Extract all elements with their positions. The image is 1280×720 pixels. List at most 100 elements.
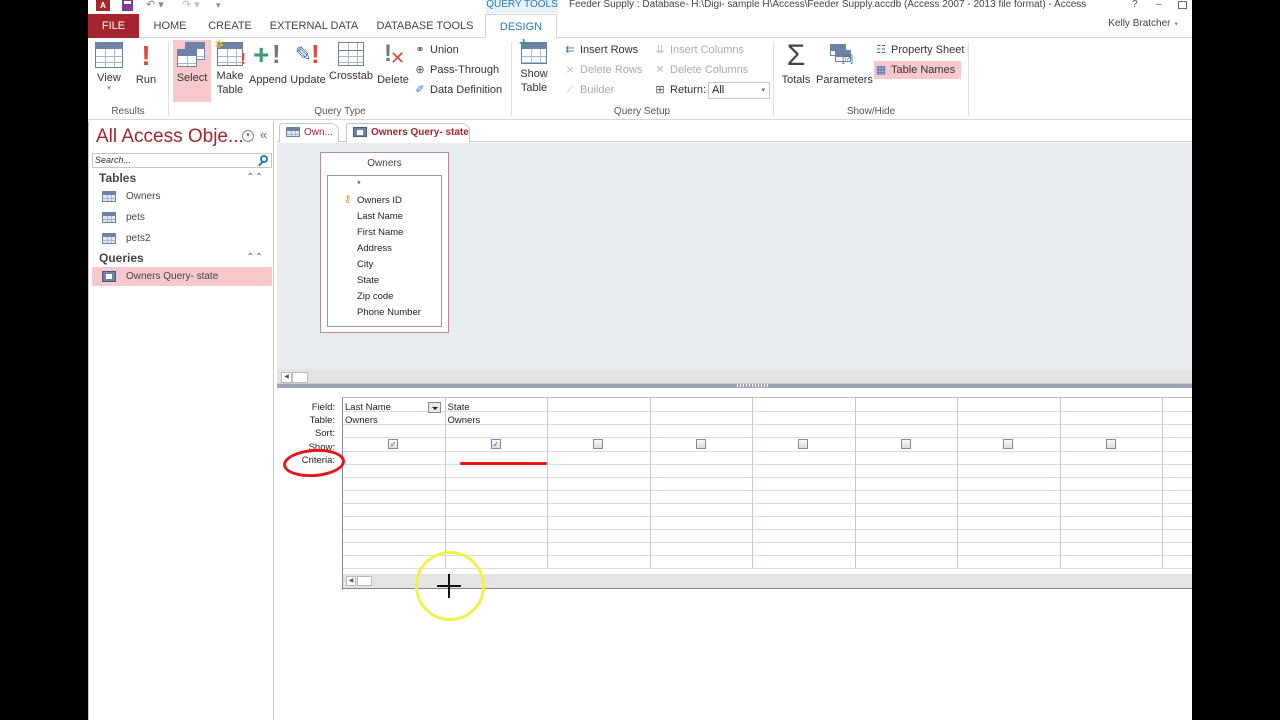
make-table-button[interactable]: ! ✲ Make Table [213, 37, 247, 102]
show-checkbox[interactable] [695, 439, 706, 449]
field-all[interactable]: * [357, 179, 361, 190]
field-owners-id[interactable]: Owners ID [357, 195, 402, 206]
sigma-icon: Σ [786, 39, 806, 72]
field-state[interactable]: State [357, 275, 379, 286]
field-cell[interactable]: State [448, 402, 470, 413]
pass-through-button[interactable]: ⊕ Pass-Through [413, 61, 499, 79]
field-city[interactable]: City [357, 259, 373, 270]
show-checkbox[interactable] [593, 439, 604, 449]
title-bar: A ↶ ▾ ↷ ▾ ▾ QUERY TOOLS Feeder Supply : … [88, 0, 1192, 14]
redo-icon[interactable]: ↷ ▾ [182, 0, 200, 12]
run-button[interactable]: ! Run [132, 40, 160, 102]
field-address[interactable]: Address [357, 243, 392, 254]
field-last-name[interactable]: Last Name [357, 211, 403, 222]
union-icon: ⚭ [415, 44, 425, 56]
collapse-chevron-icon[interactable]: ⌃⌃ [246, 169, 263, 187]
user-name: Kelly Bratcher [1108, 18, 1171, 29]
minimize-button[interactable]: – [1156, 0, 1162, 10]
collapse-chevron-icon[interactable]: ⌃⌃ [246, 249, 263, 267]
delete-icon: ! ✕ [384, 40, 406, 68]
scrollbar-thumb[interactable] [292, 372, 308, 383]
undo-icon[interactable]: ↶ ▾ [146, 0, 164, 12]
property-sheet-button[interactable]: ☷ Property Sheet [874, 41, 964, 59]
nav-item-owners-query-state[interactable]: Owners Query- state [92, 267, 272, 286]
show-checkbox[interactable]: ✓ [388, 439, 399, 449]
field-cell[interactable]: Last Name [345, 402, 391, 413]
table-icon [102, 233, 116, 244]
tab-create[interactable]: CREATE [204, 14, 256, 38]
qbe-column [753, 398, 856, 568]
builder-button[interactable]: ⟋ Builder [563, 81, 614, 99]
show-checkbox[interactable]: ✓ [490, 439, 501, 449]
scroll-left-icon[interactable]: ◀ [346, 576, 356, 586]
insert-columns-button[interactable]: ⇊ Insert Columns [653, 41, 744, 59]
show-checkbox[interactable] [900, 439, 911, 449]
nav-item-owners[interactable]: Owners [92, 187, 272, 206]
maximize-button[interactable] [1178, 1, 1187, 9]
table-cell[interactable]: Owners [345, 415, 378, 426]
table-icon [102, 212, 116, 223]
show-checkbox[interactable] [1105, 439, 1116, 449]
field-zip-code[interactable]: Zip code [357, 291, 393, 302]
make-table-icon: ! ✲ [214, 37, 246, 68]
run-label: Run [135, 74, 157, 86]
view-button[interactable]: View ▾ [92, 40, 126, 102]
tab-database-tools[interactable]: DATABASE TOOLS [372, 14, 478, 38]
nav-pane-menu-icon[interactable]: ▾ [242, 130, 254, 142]
totals-button[interactable]: Σ Totals [778, 40, 814, 102]
tab-file[interactable]: FILE [88, 14, 139, 38]
select-query-button[interactable]: Select [173, 40, 211, 102]
table-names-button[interactable]: ▦ Table Names [874, 61, 962, 79]
field-phone-number[interactable]: Phone Number [357, 307, 421, 318]
field-dropdown-button[interactable] [428, 402, 441, 413]
show-table-button[interactable]: + Show Table [516, 35, 552, 102]
insert-rows-button[interactable]: ⇇ Insert Rows [563, 41, 638, 59]
customize-quick-access-icon[interactable]: ▾ [216, 0, 221, 12]
append-button[interactable]: + ! Append [249, 40, 287, 102]
nav-search-input[interactable]: Search... [92, 153, 272, 168]
return-dropdown[interactable]: All ▾ [708, 82, 770, 99]
data-definition-button[interactable]: ✐ Data Definition [413, 81, 502, 99]
scrollbar-thumb[interactable] [357, 576, 372, 586]
delete-columns-button[interactable]: ✕ Delete Columns [653, 61, 748, 79]
parameters-icon: [?] [830, 42, 856, 70]
owners-field-list[interactable]: Owners * ⚷ Owners ID Last Name First Nam… [320, 152, 449, 333]
delete-rows-button[interactable]: ⨯ Delete Rows [563, 61, 642, 79]
nav-pane-title[interactable]: All Access Obje... [96, 126, 244, 148]
delete-columns-icon: ✕ [655, 64, 665, 76]
qbe-column: State Owners ✓ [446, 398, 548, 568]
field-list-title[interactable]: Owners [321, 158, 448, 172]
update-button[interactable]: ✎ ! Update [290, 40, 326, 102]
group-label-results: Results [111, 106, 145, 117]
nav-section-tables[interactable]: Tables ⌃⌃ [89, 169, 273, 187]
splitter-grip-icon[interactable] [737, 384, 769, 387]
search-icon[interactable] [260, 155, 268, 163]
parameters-button[interactable]: [?] Parameters [816, 40, 873, 102]
group-separator [168, 42, 169, 116]
nav-item-pets[interactable]: pets [92, 208, 272, 227]
tab-home[interactable]: HOME [146, 14, 194, 38]
show-checkbox[interactable] [798, 439, 809, 449]
table-cell[interactable]: Owners [448, 415, 481, 426]
tab-external-data[interactable]: EXTERNAL DATA [266, 14, 362, 38]
collapse-pane-icon[interactable]: « [260, 127, 267, 142]
crosstab-button[interactable]: Crosstab [329, 40, 373, 102]
user-account[interactable]: Kelly Bratcher ▾ [1108, 18, 1178, 29]
doc-tab-owners[interactable]: Own... [279, 123, 339, 142]
scroll-left-icon[interactable]: ◀ [281, 372, 292, 383]
help-button[interactable]: ? [1132, 0, 1138, 10]
doc-tab-owners-query-state[interactable]: Owners Query- state [346, 123, 470, 143]
field-first-name[interactable]: First Name [357, 227, 403, 238]
nav-item-pets2[interactable]: pets2 [92, 229, 272, 248]
table-names-icon: ▦ [875, 64, 887, 76]
table-icon [286, 127, 300, 137]
delete-button[interactable]: ! ✕ Delete [375, 40, 411, 102]
union-button[interactable]: ⚭ Union [413, 41, 458, 59]
show-table-icon: + [519, 35, 547, 64]
nav-section-queries[interactable]: Queries ⌃⌃ [89, 249, 273, 267]
append-icon: + ! [253, 39, 281, 70]
group-separator [968, 42, 969, 116]
make-table-label: Make Table [216, 70, 244, 96]
show-checkbox[interactable] [1003, 439, 1014, 449]
save-icon[interactable] [122, 0, 133, 11]
